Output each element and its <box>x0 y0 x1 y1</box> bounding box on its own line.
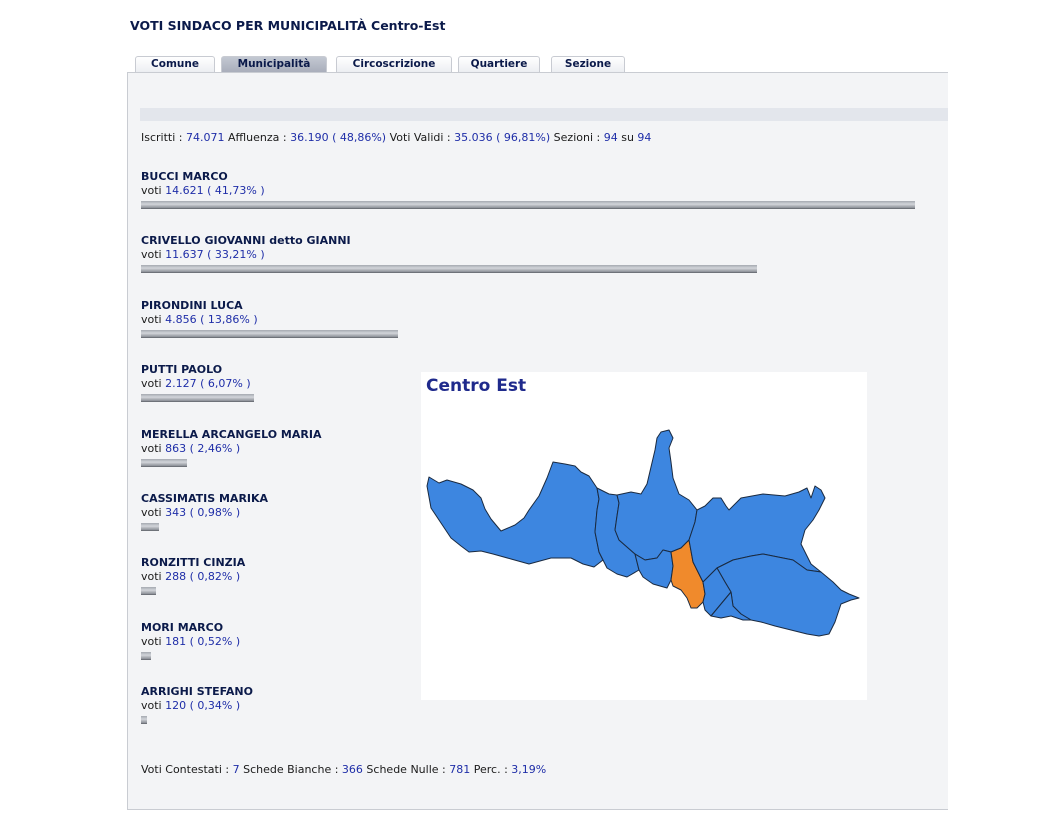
candidate-votes: voti 11.637 ( 33,21% ) <box>141 248 931 262</box>
map-svg <box>426 429 860 637</box>
votes-count: 181 <box>165 635 187 648</box>
votes-count: 343 <box>165 506 187 519</box>
validi-label: Voti Validi : <box>389 131 451 144</box>
bianche-label: Schede Bianche : <box>243 763 339 776</box>
candidate-votes: voti 4.856 ( 13,86% ) <box>141 313 931 327</box>
votes-percent: ( 2,46% ) <box>189 442 241 455</box>
tab-municipalita[interactable]: Municipalità <box>221 56 327 72</box>
votes-count: 2.127 <box>165 377 197 390</box>
iscritti-label: Iscritti : <box>141 131 183 144</box>
turnout-stats: Iscritti : 74.071 Affluenza : 36.190 ( 4… <box>141 131 651 144</box>
votes-prefix: voti <box>141 699 162 712</box>
vote-share-bar <box>141 716 147 724</box>
vote-share-bar <box>141 523 159 531</box>
vote-share-bar <box>141 201 915 209</box>
su-label: su <box>621 131 634 144</box>
map-region-west[interactable] <box>426 461 604 568</box>
map-title: Centro Est <box>426 376 527 396</box>
vote-share-bar <box>141 587 156 595</box>
votes-prefix: voti <box>141 184 162 197</box>
bianche-value: 366 <box>341 763 363 776</box>
votes-prefix: voti <box>141 442 162 455</box>
vote-share-bar <box>141 394 254 402</box>
contestati-label: Voti Contestati : <box>141 763 230 776</box>
votes-count: 288 <box>165 570 187 583</box>
votes-count: 4.856 <box>165 313 197 326</box>
candidate-row: PIRONDINI LUCA voti 4.856 ( 13,86% ) <box>141 299 931 338</box>
votes-count: 863 <box>165 442 187 455</box>
votes-percent: ( 0,98% ) <box>189 506 241 519</box>
summary-footer: Voti Contestati : 7 Schede Bianche : 366… <box>141 763 546 776</box>
votes-prefix: voti <box>141 570 162 583</box>
perc-label: Perc. : <box>473 763 508 776</box>
map-region-east[interactable] <box>716 553 860 637</box>
votes-prefix: voti <box>141 506 162 519</box>
sezioni-total: 94 <box>637 131 652 144</box>
votes-prefix: voti <box>141 377 162 390</box>
votes-count: 14.621 <box>165 184 204 197</box>
header-band <box>140 108 948 121</box>
nulle-value: 781 <box>449 763 471 776</box>
map-region-north-central[interactable] <box>614 429 698 561</box>
votes-prefix: voti <box>141 313 162 326</box>
votes-percent: ( 13,86% ) <box>200 313 258 326</box>
votes-percent: ( 0,82% ) <box>189 570 241 583</box>
votes-percent: ( 0,52% ) <box>189 635 241 648</box>
vote-share-bar <box>141 652 151 660</box>
votes-percent: ( 0,34% ) <box>189 699 241 712</box>
page-title: VOTI SINDACO PER MUNICIPALITÀ Centro-Est <box>130 18 446 33</box>
votes-percent: ( 41,73% ) <box>207 184 265 197</box>
sezioni-label: Sezioni : <box>553 131 601 144</box>
vote-share-bar <box>141 459 187 467</box>
candidate-name: PIRONDINI LUCA <box>141 299 243 312</box>
perc-value: 3,19% <box>511 763 547 776</box>
votes-count: 120 <box>165 699 187 712</box>
affluenza-label: Affluenza : <box>228 131 287 144</box>
tab-circoscrizione[interactable]: Circoscrizione <box>336 56 452 72</box>
votes-percent: ( 33,21% ) <box>207 248 265 261</box>
candidate-name: CRIVELLO GIOVANNI detto GIANNI <box>141 234 351 247</box>
vote-share-bar <box>141 330 398 338</box>
affluenza-value: 36.190 ( 48,86%) <box>290 131 387 144</box>
votes-prefix: voti <box>141 248 162 261</box>
iscritti-value: 74.071 <box>186 131 225 144</box>
nulle-label: Schede Nulle : <box>366 763 446 776</box>
candidate-row: CRIVELLO GIOVANNI detto GIANNI voti 11.63… <box>141 234 931 273</box>
candidate-name: BUCCI MARCO <box>141 170 228 183</box>
candidate-row: BUCCI MARCO voti 14.621 ( 41,73% ) <box>141 170 931 209</box>
votes-prefix: voti <box>141 635 162 648</box>
tab-comune[interactable]: Comune <box>135 56 215 72</box>
results-panel: Iscritti : 74.071 Affluenza : 36.190 ( 4… <box>127 72 948 810</box>
validi-value: 35.036 ( 96,81%) <box>454 131 551 144</box>
votes-count: 11.637 <box>165 248 204 261</box>
district-map: Centro Est <box>421 372 867 700</box>
tab-quartiere[interactable]: Quartiere <box>458 56 540 72</box>
vote-share-bar <box>141 265 757 273</box>
candidate-votes: voti 120 ( 0,34% ) <box>141 699 931 713</box>
tab-sezione[interactable]: Sezione <box>551 56 625 72</box>
sezioni-value: 94 <box>603 131 618 144</box>
candidate-votes: voti 14.621 ( 41,73% ) <box>141 184 931 198</box>
votes-percent: ( 6,07% ) <box>200 377 251 390</box>
contestati-value: 7 <box>232 763 240 776</box>
